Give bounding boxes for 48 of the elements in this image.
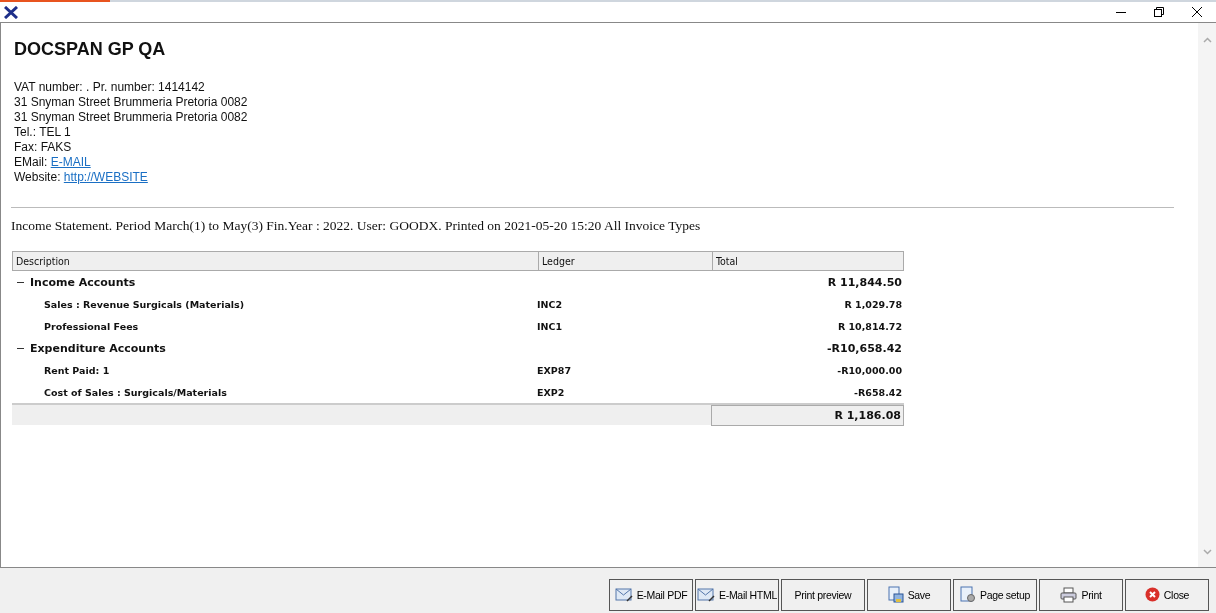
restore-icon[interactable] [1154, 7, 1164, 17]
envelope-icon [614, 587, 633, 602]
group-total: -R10,658.42 [826, 341, 903, 355]
column-header: Ledger [538, 252, 712, 270]
group-total: R 11,844.50 [826, 275, 903, 289]
action-button[interactable]: Save [867, 578, 951, 611]
account-total: R 1,029.78 [843, 298, 903, 310]
column-header: Total [712, 252, 905, 270]
action-button[interactable]: Close [1125, 578, 1209, 611]
account-description: Sales : Revenue Surgicals (Materials) [44, 298, 245, 310]
printer-icon [1060, 586, 1078, 603]
action-button[interactable]: Page setup [953, 578, 1037, 611]
company-info-line: VAT number: . Pr. number: 1414142 [14, 80, 206, 95]
report-title: Income Statement. Period March(1) to May(3) Fin.Year : 2022. User: GOODX. Printed on 2021-05-20 15:20 All Invoice Types [11, 218, 702, 234]
company-info-line: 31 Snyman Street Brummeria Pretoria 0082 [14, 110, 249, 125]
website-label: Website: [14, 170, 61, 184]
minimize-icon[interactable] [1116, 11, 1126, 13]
account-description: Cost of Sales : Surgicals/Materials [44, 386, 227, 398]
ledger-code: INC1 [537, 320, 564, 332]
close-window-icon[interactable] [1192, 7, 1202, 17]
account-total: -R10,000.00 [836, 364, 903, 376]
email-label: EMail: [14, 155, 48, 169]
account-description: Rent Paid: 1 [44, 364, 110, 376]
email-link[interactable]: E-MAIL [50, 155, 91, 169]
action-button[interactable]: Print [1039, 578, 1123, 611]
app-logo-icon [4, 5, 18, 19]
action-button[interactable]: Print preview [781, 578, 865, 611]
company-info-line: Fax: FAKS [14, 140, 73, 155]
column-header: Description [15, 254, 71, 269]
company-name: DOCSPAN GP QA [14, 39, 167, 60]
group-name: Income Accounts [30, 275, 136, 289]
account-total: R 10,814.72 [836, 320, 903, 332]
group-name: Expenditure Accounts [30, 341, 166, 355]
close-icon [1144, 587, 1160, 602]
grand-total: R 1,186.08 [711, 405, 904, 426]
envelope-icon [697, 587, 715, 602]
account-description: Professional Fees [44, 320, 139, 332]
ledger-code: EXP87 [537, 364, 572, 376]
company-info-line: Tel.: TEL 1 [14, 125, 72, 140]
ledger-code: INC2 [537, 298, 564, 310]
action-button[interactable]: E-Mail PDF [609, 578, 693, 611]
ledger-code: EXP2 [537, 386, 566, 398]
website-link[interactable]: http://WEBSITE [63, 170, 148, 184]
action-button[interactable]: E-Mail HTML [695, 578, 779, 611]
account-total: -R658.42 [853, 386, 903, 398]
page-gear-icon [959, 586, 976, 603]
company-info-line: 31 Snyman Street Brummeria Pretoria 0082 [14, 95, 249, 110]
document-save-icon [887, 586, 904, 603]
